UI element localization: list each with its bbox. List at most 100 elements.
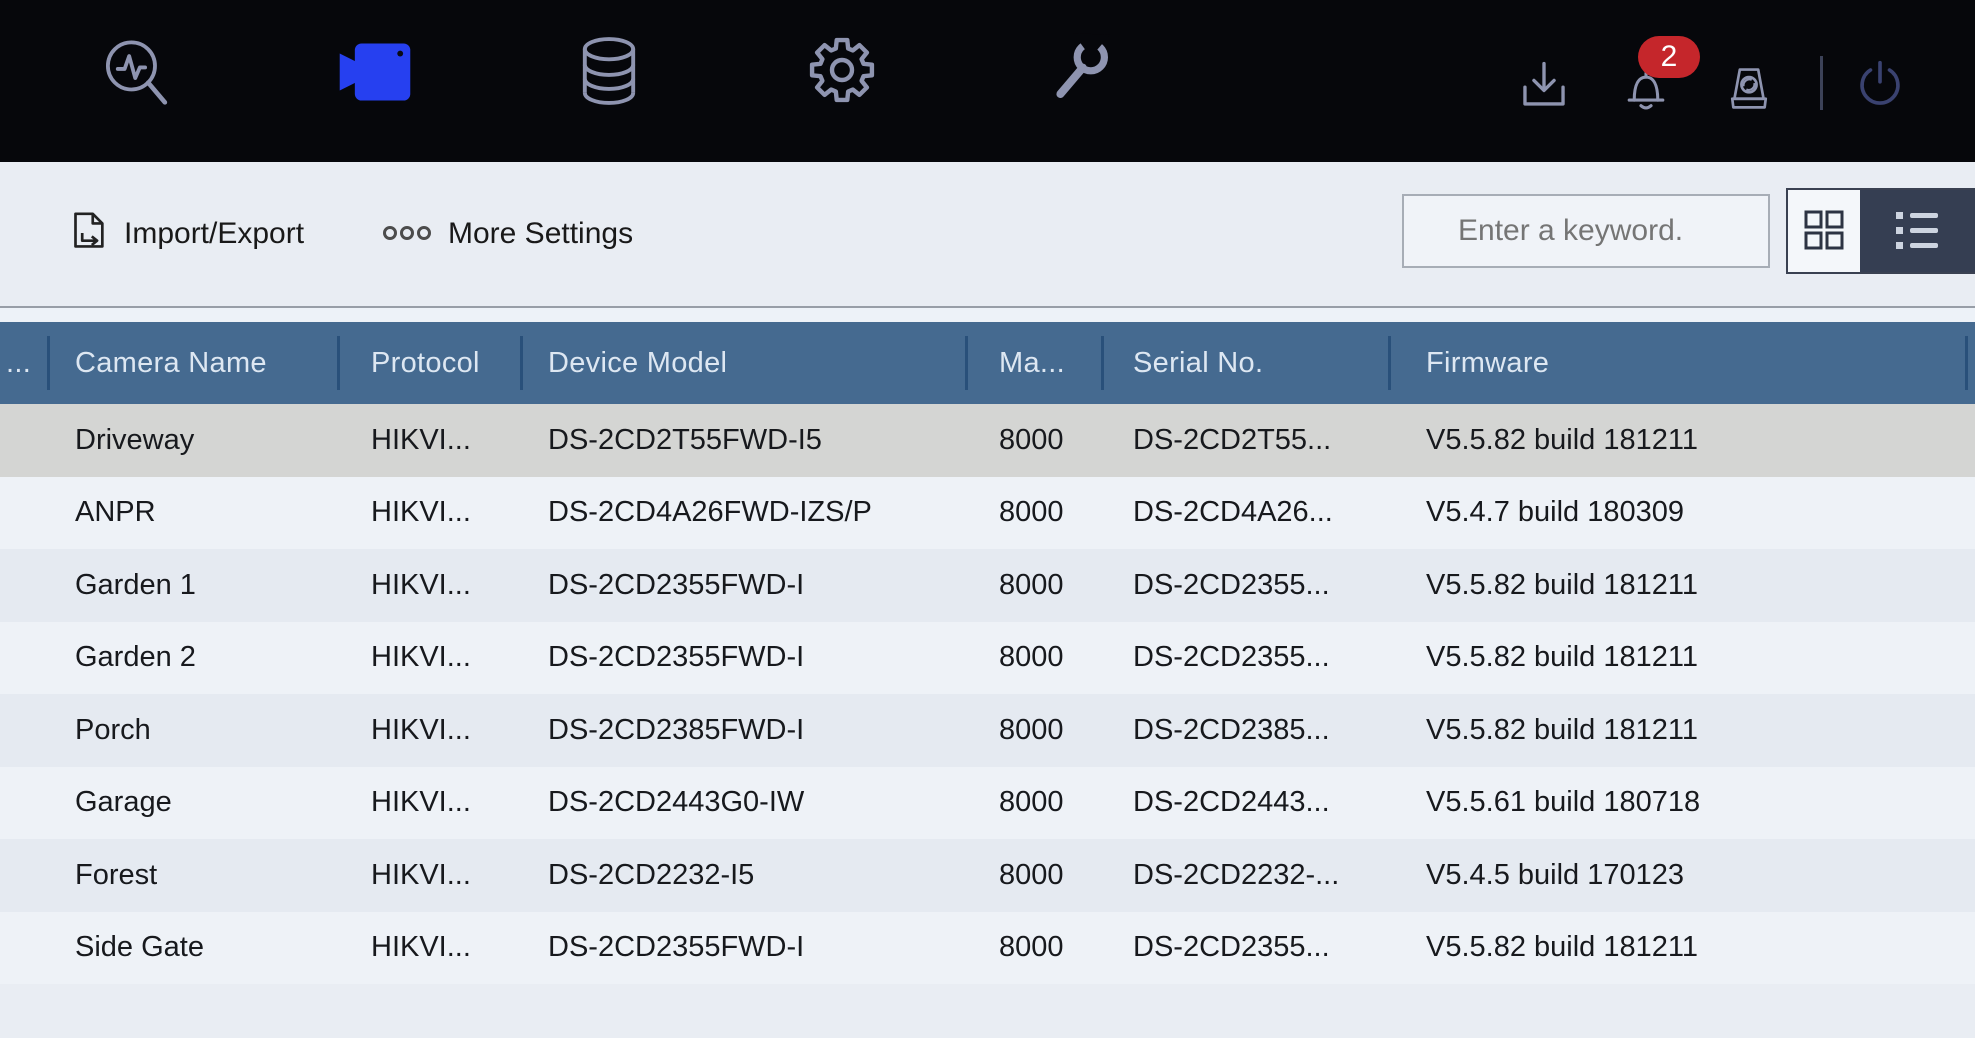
cell-firmware: V5.5.82 build 181211	[1388, 622, 1965, 695]
live-view-nav-button[interactable]	[98, 34, 174, 110]
cell-protocol: HIKVI...	[337, 404, 520, 477]
cell-camera_name: ANPR	[47, 477, 337, 550]
column-header-serial_no: Serial No.	[1101, 322, 1388, 404]
cell-spacer	[0, 767, 47, 840]
cell-spacer	[1965, 839, 1975, 912]
download-button[interactable]	[1516, 58, 1572, 114]
notification-badge: 2	[1638, 36, 1700, 78]
cell-camera_name: Driveway	[47, 404, 337, 477]
cell-protocol: HIKVI...	[337, 839, 520, 912]
cell-ma: 8000	[965, 549, 1101, 622]
more-settings-button[interactable]: More Settings	[382, 162, 633, 306]
cell-spacer	[1965, 622, 1975, 695]
cell-serial_no: DS-2CD4A26...	[1101, 477, 1388, 550]
more-settings-icon	[382, 223, 434, 246]
column-header-ma: Ma...	[965, 322, 1101, 404]
cell-spacer	[0, 912, 47, 985]
table-row[interactable]: Side GateHIKVI...DS-2CD2355FWD-I8000DS-2…	[0, 912, 1975, 985]
cell-protocol: HIKVI...	[337, 694, 520, 767]
list-view-button[interactable]	[1860, 190, 1975, 272]
cell-serial_no: DS-2CD2385...	[1101, 694, 1388, 767]
cell-spacer	[0, 694, 47, 767]
grid-view-button[interactable]	[1788, 190, 1860, 272]
cell-serial_no: DS-2CD2355...	[1101, 549, 1388, 622]
maintenance-nav-button[interactable]	[1038, 30, 1118, 110]
alarm-device-icon	[1722, 104, 1776, 119]
cell-ma: 8000	[965, 839, 1101, 912]
table-row[interactable]: Garden 1HIKVI...DS-2CD2355FWD-I8000DS-2C…	[0, 549, 1975, 622]
cell-camera_name: Porch	[47, 694, 337, 767]
cell-spacer	[1965, 549, 1975, 622]
system-config-nav-button[interactable]	[802, 30, 882, 110]
cell-device_model: DS-2CD2355FWD-I	[520, 912, 965, 985]
cell-ma: 8000	[965, 622, 1101, 695]
cell-device_model: DS-2CD2355FWD-I	[520, 549, 965, 622]
bell-icon	[1618, 106, 1674, 121]
column-header-trailing	[1965, 322, 1975, 404]
list-view-icon	[1894, 209, 1942, 254]
topbar-divider	[1820, 56, 1823, 110]
table-header: ...Camera NameProtocolDevice ModelMa...S…	[0, 322, 1975, 404]
table-row[interactable]: DrivewayHIKVI...DS-2CD2T55FWD-I58000DS-2…	[0, 404, 1975, 477]
cell-device_model: DS-2CD4A26FWD-IZS/P	[520, 477, 965, 550]
toolbar-table-gap	[0, 308, 1975, 322]
cell-protocol: HIKVI...	[337, 477, 520, 550]
cell-serial_no: DS-2CD2355...	[1101, 912, 1388, 985]
cell-protocol: HIKVI...	[337, 622, 520, 695]
table-row[interactable]: ANPRHIKVI...DS-2CD4A26FWD-IZS/P8000DS-2C…	[0, 477, 1975, 550]
nvr-screen: 2	[0, 0, 1975, 1038]
search-input[interactable]	[1402, 194, 1770, 268]
cell-ma: 8000	[965, 477, 1101, 550]
cell-camera_name: Garden 1	[47, 549, 337, 622]
camera-management-nav-button[interactable]	[332, 30, 418, 114]
cell-serial_no: DS-2CD2T55...	[1101, 404, 1388, 477]
cell-firmware: V5.5.82 build 181211	[1388, 404, 1965, 477]
camera-icon	[332, 102, 418, 117]
cell-ma: 8000	[965, 694, 1101, 767]
import-export-button[interactable]: Import/Export	[64, 162, 304, 306]
cell-firmware: V5.5.82 build 181211	[1388, 694, 1965, 767]
cell-camera_name: Garage	[47, 767, 337, 840]
cell-device_model: DS-2CD2T55FWD-I5	[520, 404, 965, 477]
view-toggle	[1786, 188, 1975, 274]
table-row[interactable]: Garden 2HIKVI...DS-2CD2355FWD-I8000DS-2C…	[0, 622, 1975, 695]
table-body: DrivewayHIKVI...DS-2CD2T55FWD-I58000DS-2…	[0, 404, 1975, 984]
cell-ma: 8000	[965, 404, 1101, 477]
storage-nav-button[interactable]	[570, 32, 648, 110]
cell-spacer	[0, 839, 47, 912]
cell-camera_name: Garden 2	[47, 622, 337, 695]
cell-serial_no: DS-2CD2232-...	[1101, 839, 1388, 912]
table-row[interactable]: ForestHIKVI...DS-2CD2232-I58000DS-2CD223…	[0, 839, 1975, 912]
cell-protocol: HIKVI...	[337, 549, 520, 622]
cell-spacer	[1965, 912, 1975, 985]
import-export-label: Import/Export	[124, 217, 304, 251]
cell-firmware: V5.5.82 build 181211	[1388, 549, 1965, 622]
cell-spacer	[0, 622, 47, 695]
cell-spacer	[1965, 477, 1975, 550]
cell-serial_no: DS-2CD2355...	[1101, 622, 1388, 695]
cell-spacer	[1965, 767, 1975, 840]
cell-protocol: HIKVI...	[337, 912, 520, 985]
cell-spacer	[1965, 404, 1975, 477]
database-icon	[570, 98, 648, 113]
cell-protocol: HIKVI...	[337, 767, 520, 840]
column-header-protocol: Protocol	[337, 322, 520, 404]
alarm-device-button[interactable]	[1722, 62, 1776, 116]
cell-spacer	[0, 404, 47, 477]
import-export-icon	[64, 210, 110, 259]
cell-ma: 8000	[965, 767, 1101, 840]
cell-device_model: DS-2CD2232-I5	[520, 839, 965, 912]
cell-device_model: DS-2CD2385FWD-I	[520, 694, 965, 767]
table-row[interactable]: PorchHIKVI...DS-2CD2385FWD-I8000DS-2CD23…	[0, 694, 1975, 767]
cell-firmware: V5.5.61 build 180718	[1388, 767, 1965, 840]
column-header-device_model: Device Model	[520, 322, 965, 404]
cell-firmware: V5.4.7 build 180309	[1388, 477, 1965, 550]
power-button[interactable]	[1852, 56, 1908, 112]
wrench-icon	[1038, 98, 1118, 113]
cell-firmware: V5.4.5 build 170123	[1388, 839, 1965, 912]
table-row[interactable]: GarageHIKVI...DS-2CD2443G0-IW8000DS-2CD2…	[0, 767, 1975, 840]
cell-spacer	[0, 549, 47, 622]
cell-ma: 8000	[965, 912, 1101, 985]
more-settings-label: More Settings	[448, 217, 633, 251]
power-icon	[1852, 100, 1908, 115]
